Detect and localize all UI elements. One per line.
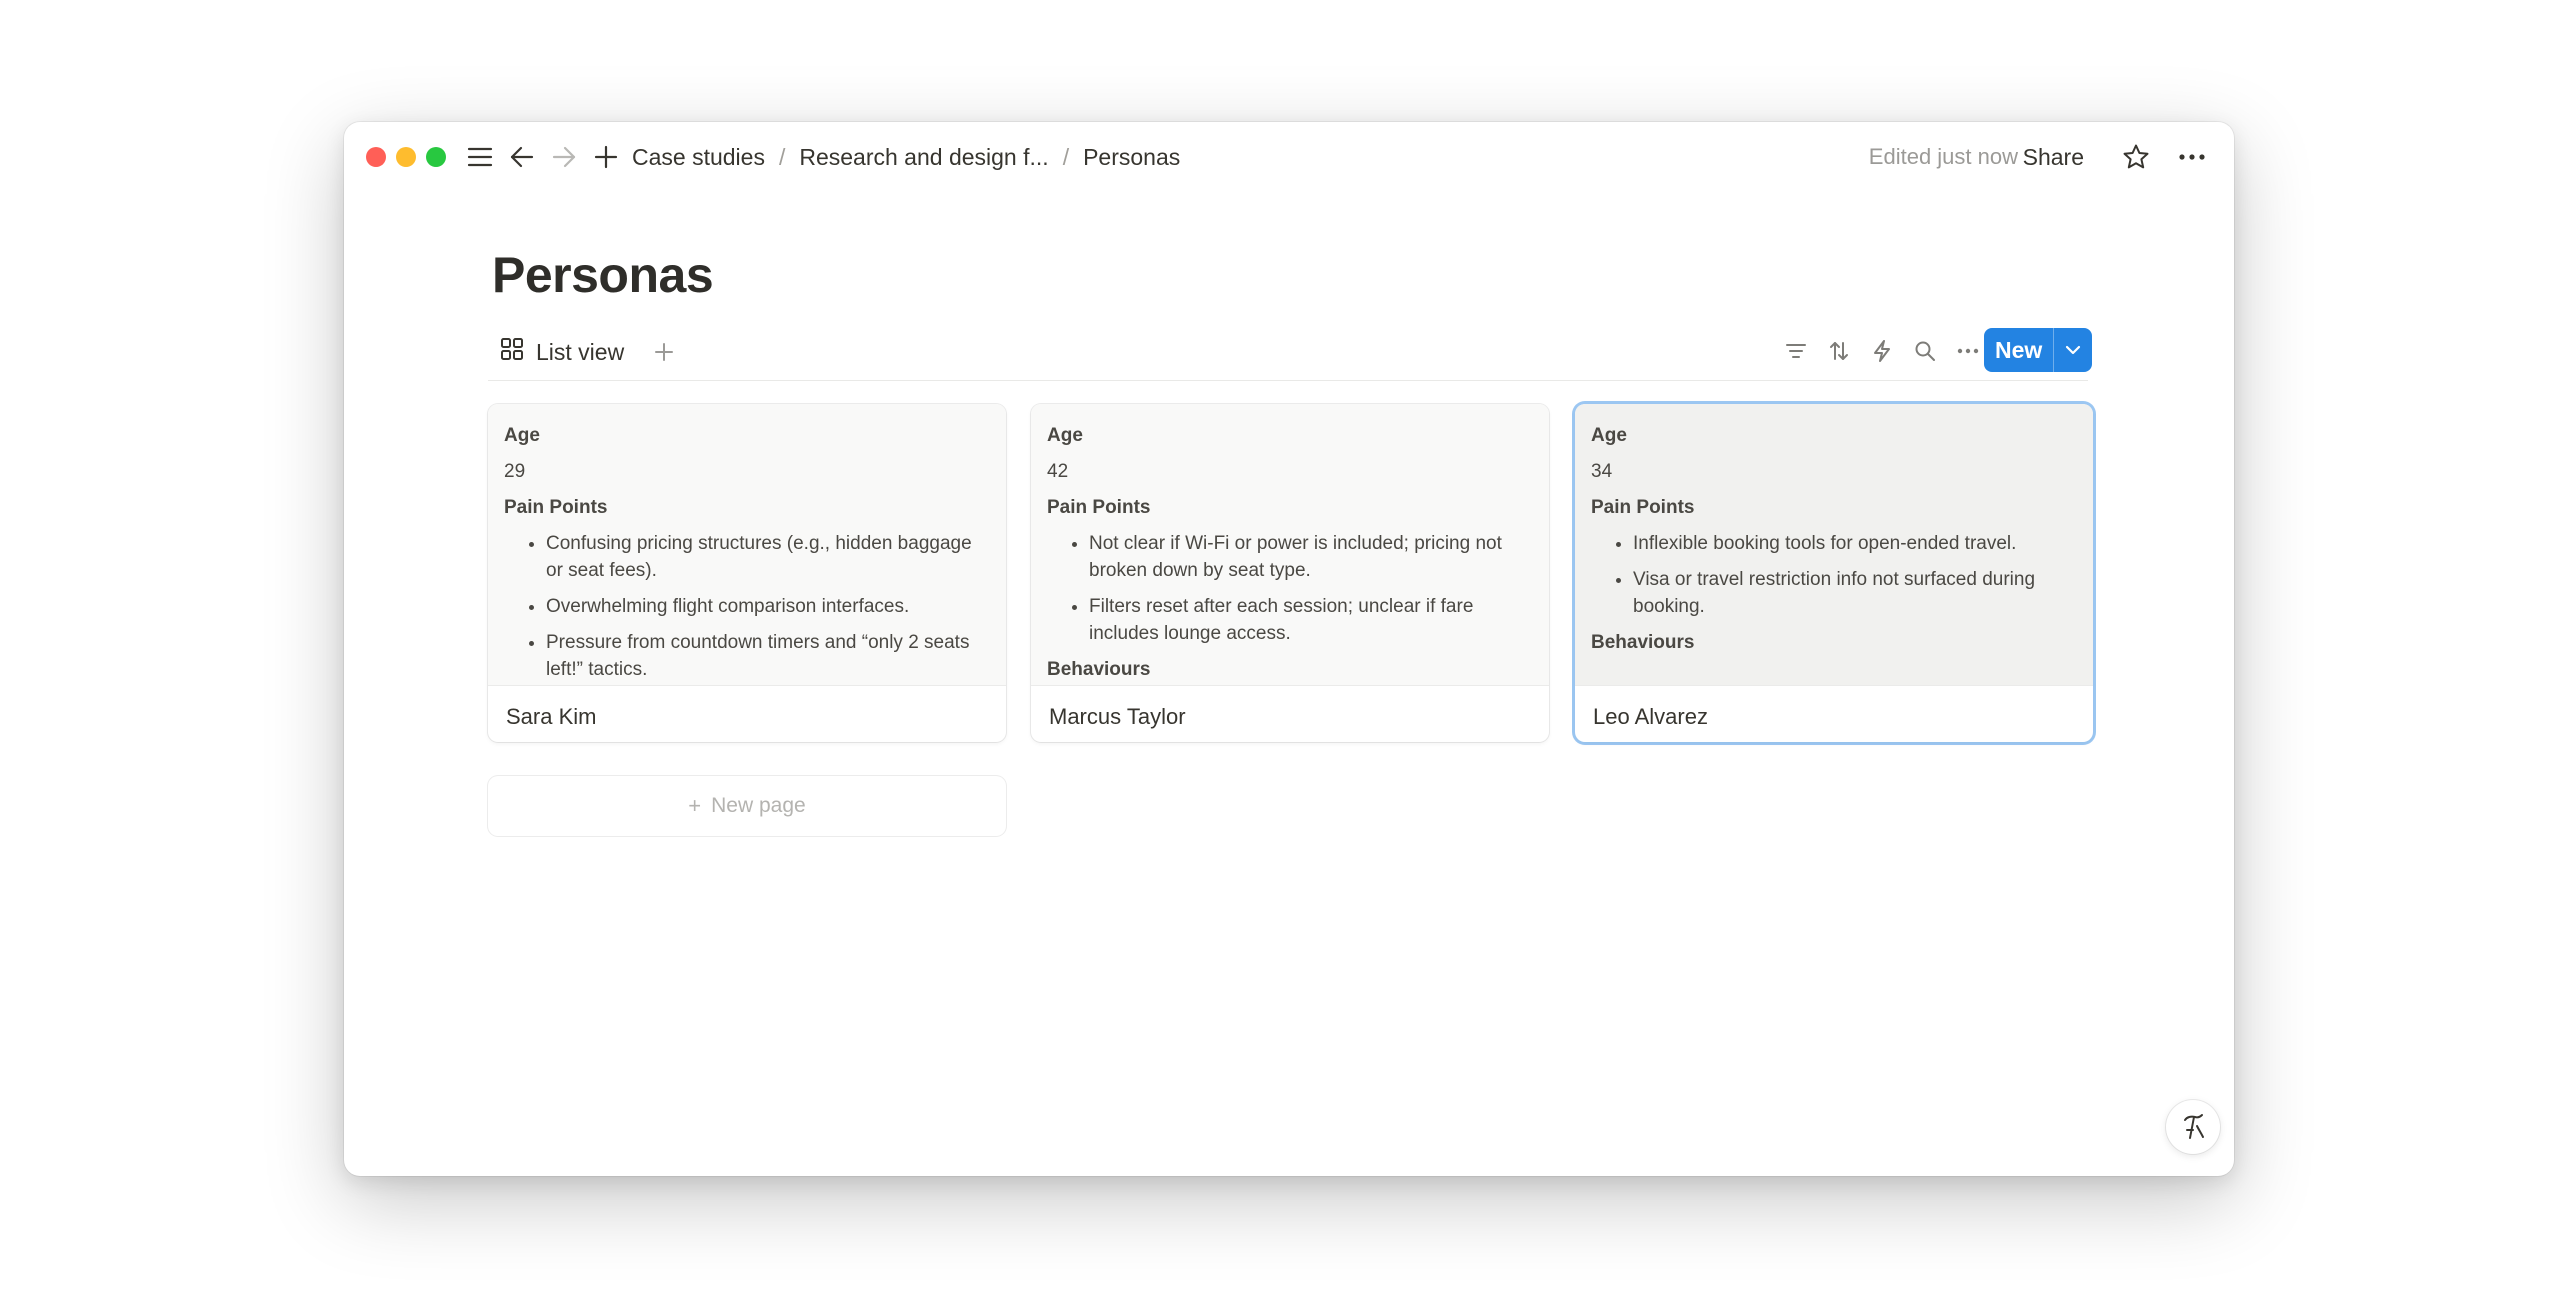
filter-icon[interactable] (1779, 334, 1812, 367)
search-icon[interactable] (1908, 334, 1941, 367)
hamburger-icon[interactable] (462, 139, 498, 175)
add-view-button[interactable] (644, 332, 684, 372)
breadcrumb-item-research[interactable]: Research and design f... (799, 144, 1048, 171)
star-icon[interactable] (2118, 139, 2154, 175)
ellipsis-icon[interactable] (2174, 139, 2210, 175)
close-window-button[interactable] (366, 147, 386, 167)
new-button[interactable]: New (1984, 328, 2092, 372)
pain-points-list: Inflexible booking tools for open-ended … (1591, 530, 2077, 620)
page-title: Personas (492, 247, 714, 303)
list-item: Overwhelming flight comparison interface… (546, 593, 990, 620)
property-label: Pain Points (1591, 497, 1695, 518)
property-label: Age (1591, 425, 1627, 446)
plus-icon[interactable] (588, 139, 624, 175)
maximize-window-button[interactable] (426, 147, 446, 167)
ellipsis-icon[interactable] (1951, 334, 1984, 367)
persona-card-marcus-taylor[interactable]: Age 42 Pain Points Not clear if Wi-Fi or… (1031, 404, 1549, 742)
breadcrumb-separator: / (1062, 143, 1070, 170)
list-item: Visa or travel restriction info not surf… (1633, 566, 2077, 620)
app-window: Case studies / Research and design f... … (344, 122, 2234, 1176)
grid-icon (500, 337, 524, 367)
breadcrumb: Case studies / Research and design f... … (632, 122, 1180, 192)
breadcrumb-item-case-studies[interactable]: Case studies (632, 144, 765, 171)
sort-icon[interactable] (1822, 334, 1855, 367)
property-value: 29 (504, 461, 526, 482)
card-preview: Age 42 Pain Points Not clear if Wi-Fi or… (1031, 404, 1549, 686)
card-title[interactable]: Leo Alvarez (1593, 704, 1708, 730)
card-title[interactable]: Marcus Taylor (1049, 704, 1186, 730)
property-value: 34 (1591, 461, 1613, 482)
chevron-down-icon[interactable] (2053, 328, 2092, 372)
card-title[interactable]: Sara Kim (506, 704, 596, 730)
arrow-left-icon[interactable] (504, 139, 540, 175)
breadcrumb-separator: / (778, 143, 786, 170)
arrow-right-icon[interactable] (546, 139, 582, 175)
persona-card-sara-kim[interactable]: Age 29 Pain Points Confusing pricing str… (488, 404, 1006, 742)
property-value: 42 (1047, 461, 1069, 482)
property-label: Age (504, 425, 540, 446)
share-button[interactable]: Share (2023, 122, 2084, 192)
top-bar: Case studies / Research and design f... … (344, 122, 2234, 192)
view-label: List view (536, 338, 625, 365)
property-label: Behaviours (1591, 632, 1695, 653)
card-preview: Age 34 Pain Points Inflexible booking to… (1575, 404, 2093, 686)
new-page-button[interactable]: + New page (488, 776, 1006, 836)
list-item: Pressure from countdown timers and “only… (546, 629, 990, 683)
list-item: Filters reset after each session; unclea… (1089, 593, 1533, 647)
help-icon[interactable] (2166, 1100, 2220, 1154)
new-button-label[interactable]: New (1984, 328, 2053, 372)
list-item: Not clear if Wi-Fi or power is included;… (1089, 530, 1533, 584)
minimize-window-button[interactable] (396, 147, 416, 167)
breadcrumb-item-personas[interactable]: Personas (1083, 144, 1180, 171)
view-toolbar (1779, 334, 1984, 367)
divider (488, 380, 2088, 381)
plus-icon: + (688, 793, 702, 818)
pain-points-list: Confusing pricing structures (e.g., hidd… (504, 530, 990, 683)
list-item: Confusing pricing structures (e.g., hidd… (546, 530, 990, 584)
persona-card-leo-alvarez[interactable]: Age 34 Pain Points Inflexible booking to… (1575, 404, 2093, 742)
property-label: Pain Points (504, 497, 608, 518)
new-page-label: New page (711, 794, 806, 817)
tab-list-view[interactable]: List view (500, 330, 624, 374)
card-preview: Age 29 Pain Points Confusing pricing str… (488, 404, 1006, 686)
lightning-icon[interactable] (1865, 334, 1898, 367)
property-label: Pain Points (1047, 497, 1151, 518)
property-label: Age (1047, 425, 1083, 446)
pain-points-list: Not clear if Wi-Fi or power is included;… (1047, 530, 1533, 647)
property-label: Behaviours (1047, 659, 1151, 680)
list-item: Inflexible booking tools for open-ended … (1633, 530, 2077, 557)
edited-status: Edited just now (1868, 144, 2018, 169)
